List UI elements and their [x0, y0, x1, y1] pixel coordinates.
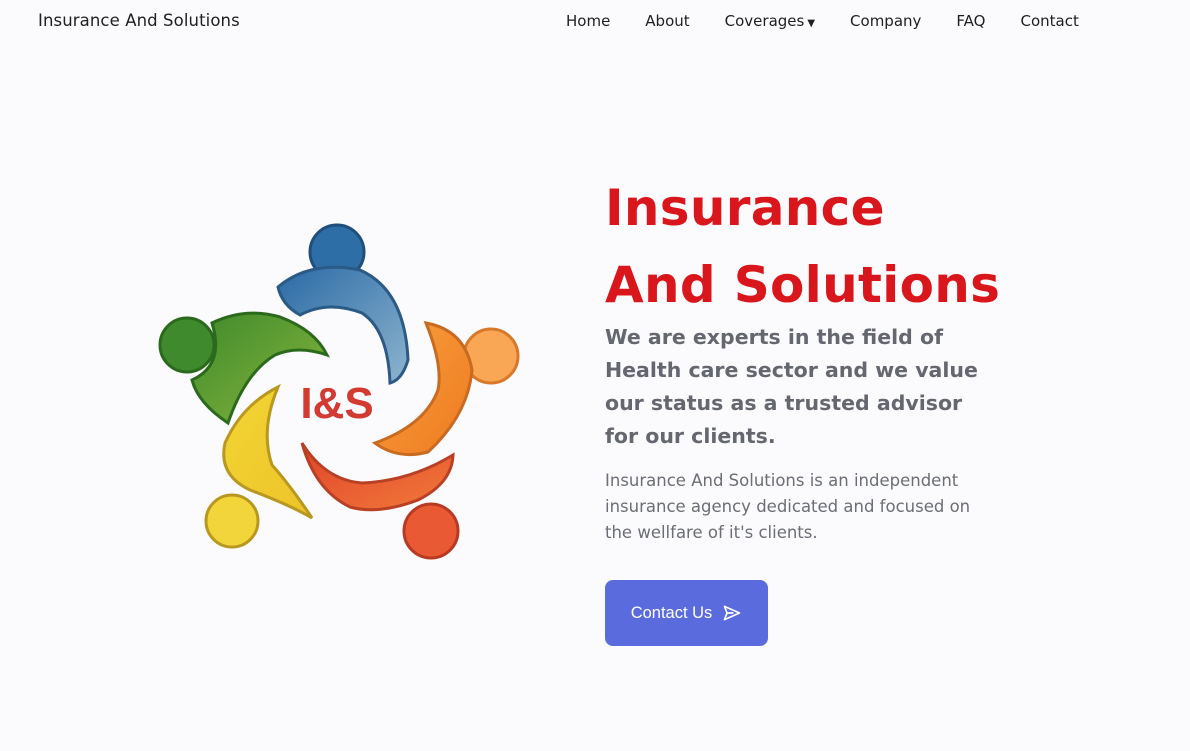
caret-down-icon: ▼ [807, 18, 816, 29]
brand-link[interactable]: Insurance And Solutions [38, 11, 240, 30]
hero-title: Insurance And Solutions [605, 170, 1000, 324]
hero-title-line1: Insurance [605, 179, 885, 237]
nav-contact-link[interactable]: Contact [1020, 12, 1078, 30]
send-icon [722, 603, 742, 623]
logo-graphic: I&S [158, 223, 520, 560]
logo-red-figure [300, 442, 460, 560]
logo-text: I&S [300, 379, 373, 428]
nav-coverages-label: Coverages [724, 12, 805, 30]
nav-about-link[interactable]: About [645, 12, 689, 30]
nav-faq-link[interactable]: FAQ [956, 12, 985, 30]
contact-us-button[interactable]: Contact Us [605, 580, 768, 646]
nav-coverages-dropdown[interactable]: Coverages ▼ [725, 12, 815, 30]
nav-company-link[interactable]: Company [850, 12, 921, 30]
hero-description: Insurance And Solutions is an independen… [605, 471, 971, 542]
company-logo: I&S [150, 215, 530, 565]
contact-us-label: Contact Us [630, 603, 713, 622]
nav-links: Home About Coverages ▼ Company FAQ Contac… [566, 12, 1079, 30]
hero-title-line2: And Solutions [605, 256, 1001, 314]
nav-home-link[interactable]: Home [566, 12, 610, 30]
logo-blue-figure [276, 223, 410, 385]
hero-lead-text: We are experts in the field of Health ca… [605, 325, 978, 448]
top-navbar: Insurance And Solutions Home About Cover… [0, 0, 1190, 44]
